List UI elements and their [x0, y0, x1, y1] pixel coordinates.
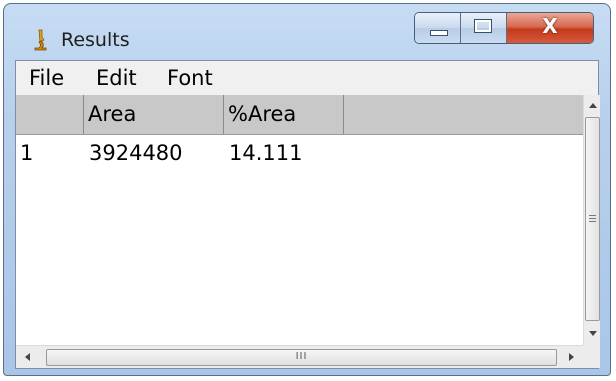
menu-bar: File Edit Font: [16, 61, 598, 95]
horizontal-scrollbar[interactable]: III: [16, 345, 583, 368]
horizontal-scroll-thumb[interactable]: III: [46, 349, 557, 366]
results-client-area: File Edit Font Area %Area 1 3924480 14.1…: [15, 60, 600, 369]
scroll-right-icon[interactable]: [569, 353, 574, 361]
minimize-icon: [430, 30, 448, 36]
area-cell: 3924480: [89, 141, 183, 165]
percent-area-cell: 14.111: [229, 141, 303, 165]
menu-file[interactable]: File: [29, 66, 64, 90]
microscope-icon: [34, 29, 47, 51]
window-title: Results: [61, 29, 130, 51]
column-header-area[interactable]: Area: [84, 95, 224, 134]
maximize-icon: [474, 19, 492, 33]
title-bar[interactable]: Results X: [4, 4, 610, 60]
column-header-index[interactable]: [16, 95, 84, 134]
close-icon: X: [542, 14, 558, 38]
table-header: Area %Area: [16, 95, 583, 135]
maximize-button[interactable]: [461, 13, 507, 43]
vertical-scroll-thumb[interactable]: [585, 117, 600, 321]
row-index-cell: 1: [20, 141, 34, 165]
menu-edit[interactable]: Edit: [96, 66, 137, 90]
minimize-button[interactable]: [415, 13, 461, 43]
caption-buttons: X: [414, 12, 594, 44]
grip-icon: III: [295, 351, 308, 362]
results-window: Results X File Edit Font Area %Area 1 39…: [3, 3, 611, 376]
grip-line: [589, 215, 596, 216]
table-row[interactable]: 1 3924480 14.111: [16, 135, 583, 169]
scroll-up-icon[interactable]: [589, 103, 597, 108]
menu-font[interactable]: Font: [167, 66, 213, 90]
scrollbar-corner: [583, 345, 600, 368]
grip-line: [589, 221, 596, 222]
close-button[interactable]: X: [507, 13, 593, 43]
column-header-percent-area[interactable]: %Area: [224, 95, 344, 134]
vertical-scrollbar[interactable]: [583, 95, 600, 345]
scroll-down-icon[interactable]: [589, 331, 597, 336]
scroll-left-icon[interactable]: [25, 353, 30, 361]
grip-line: [589, 218, 596, 219]
